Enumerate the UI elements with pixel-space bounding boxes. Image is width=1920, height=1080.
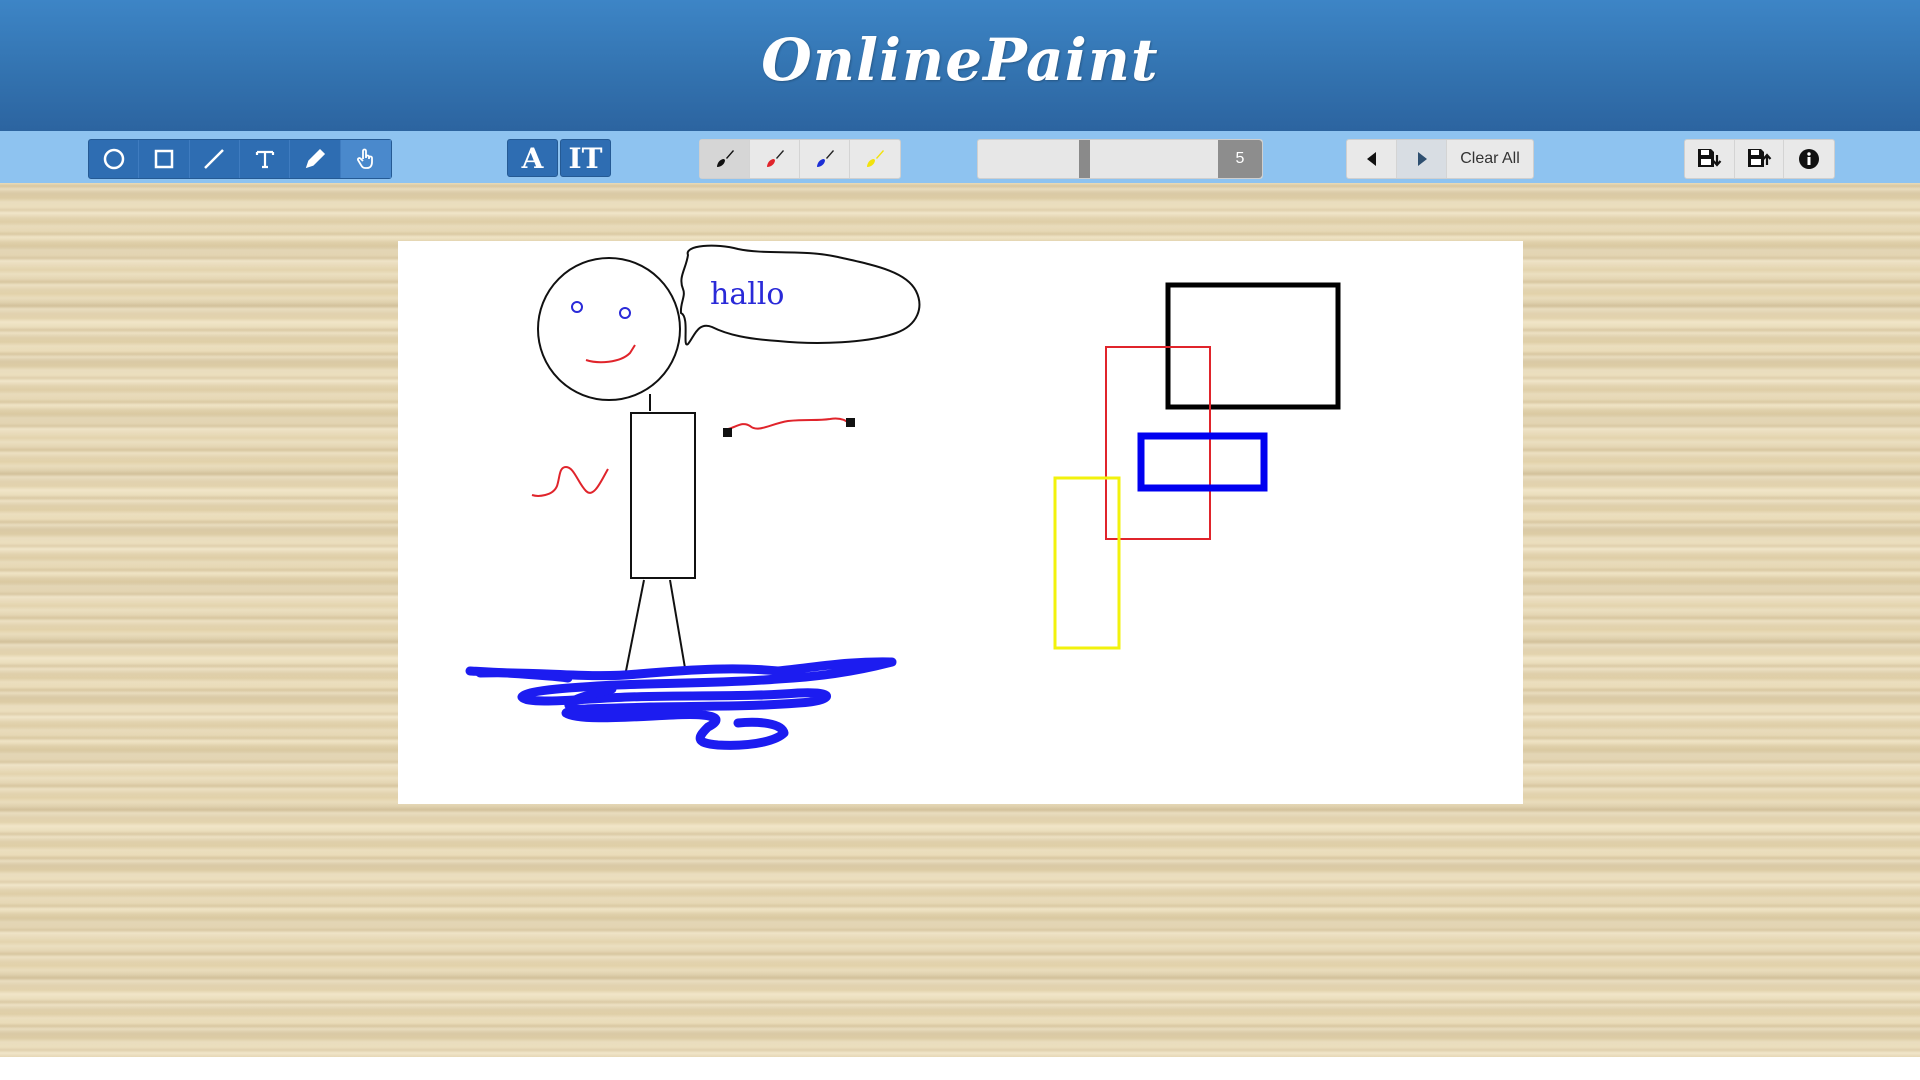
paintbrush-blue-icon xyxy=(816,150,834,167)
paintbrush-black-icon xyxy=(716,150,734,167)
square-icon xyxy=(154,149,174,169)
drawing-layer xyxy=(465,244,1341,750)
save-upload-icon xyxy=(1748,149,1772,167)
brush-size-slider[interactable]: 5 xyxy=(977,139,1263,179)
right-arm xyxy=(727,417,851,430)
left-leg xyxy=(625,579,645,672)
left-eye xyxy=(571,301,583,313)
pencil-tool-button[interactable] xyxy=(290,140,341,178)
text-options-group: A IT xyxy=(507,139,613,179)
info-button[interactable] xyxy=(1784,140,1834,178)
save-download-button[interactable] xyxy=(1685,140,1735,178)
yellow-rectangle xyxy=(1053,476,1121,650)
info-icon xyxy=(1799,149,1820,169)
line-icon xyxy=(204,149,225,169)
app-header: OnlinePaint xyxy=(0,0,1920,131)
hand-tool-button[interactable] xyxy=(340,140,391,178)
bottom-strip xyxy=(0,1057,1920,1080)
color-blue-button[interactable] xyxy=(800,140,850,178)
body-rect xyxy=(630,412,696,579)
text-icon xyxy=(255,150,274,169)
triangle-right-icon xyxy=(1417,152,1427,166)
history-group: Clear All xyxy=(1346,139,1534,179)
blue-rectangle xyxy=(1137,432,1268,492)
app-logo: OnlinePaint xyxy=(761,26,1159,94)
arm-handle-left xyxy=(723,428,732,437)
triangle-left-icon xyxy=(1366,152,1376,166)
speech-text: hallo xyxy=(710,277,785,312)
smile xyxy=(585,344,636,364)
file-group xyxy=(1684,139,1835,179)
right-eye xyxy=(619,307,631,319)
undo-button[interactable] xyxy=(1347,140,1397,178)
save-upload-button[interactable] xyxy=(1735,140,1785,178)
right-leg xyxy=(669,579,686,669)
color-picker-group xyxy=(699,139,901,179)
circle-tool-button[interactable] xyxy=(89,140,140,178)
drawing-canvas[interactable]: hallo xyxy=(398,241,1523,804)
rectangle-tool-button[interactable] xyxy=(139,140,190,178)
pencil-icon xyxy=(305,148,326,169)
brush-size-value: 5 xyxy=(1218,140,1262,178)
toolbar: A IT 5 Clear All xyxy=(0,131,1920,183)
color-red-button[interactable] xyxy=(750,140,800,178)
circle-icon xyxy=(103,148,124,170)
drawing-tools-group xyxy=(88,139,392,179)
color-yellow-button[interactable] xyxy=(850,140,900,178)
line-tool-button[interactable] xyxy=(190,140,240,178)
paintbrush-red-icon xyxy=(766,150,784,167)
redo-button[interactable] xyxy=(1397,140,1447,178)
arm-handle-right xyxy=(846,418,855,427)
font-size-button[interactable]: IT xyxy=(560,139,611,177)
color-black-button[interactable] xyxy=(700,140,750,178)
font-button[interactable]: A xyxy=(507,139,558,177)
clear-all-button[interactable]: Clear All xyxy=(1447,140,1533,178)
slider-handle[interactable] xyxy=(1079,140,1090,178)
text-tool-button[interactable] xyxy=(240,140,291,178)
red-rectangle xyxy=(1105,346,1211,540)
save-download-icon xyxy=(1698,149,1722,167)
paintbrush-yellow-icon xyxy=(867,150,884,167)
left-arm xyxy=(531,465,609,497)
head-circle xyxy=(537,257,681,401)
hand-icon xyxy=(356,148,373,169)
